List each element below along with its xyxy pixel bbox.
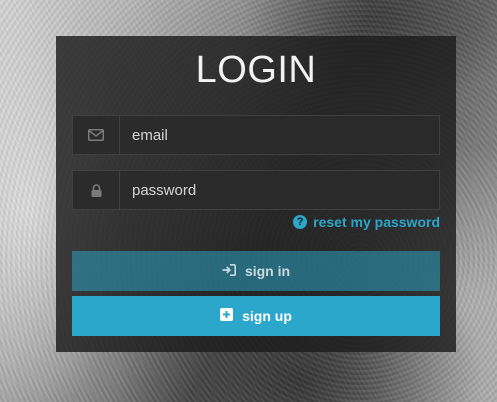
email-input[interactable] — [120, 116, 439, 154]
email-field[interactable] — [72, 115, 440, 155]
lock-icon — [73, 171, 120, 209]
login-panel: LOGIN ? reset my password s — [56, 36, 456, 352]
password-input[interactable] — [120, 171, 439, 209]
envelope-icon — [73, 116, 120, 154]
reset-password-label: reset my password — [313, 214, 440, 230]
password-field[interactable] — [72, 170, 440, 210]
sign-in-icon — [222, 263, 236, 279]
login-title: LOGIN — [195, 49, 317, 91]
sign-in-label: sign in — [244, 263, 291, 279]
plus-square-icon — [220, 308, 234, 324]
reset-password-link[interactable]: ? reset my password — [293, 214, 440, 230]
sign-up-button[interactable]: sign up — [72, 296, 440, 336]
question-circle-icon: ? — [293, 215, 308, 229]
sign-in-button[interactable]: sign in — [72, 251, 440, 291]
sign-up-label: sign up — [242, 308, 292, 324]
